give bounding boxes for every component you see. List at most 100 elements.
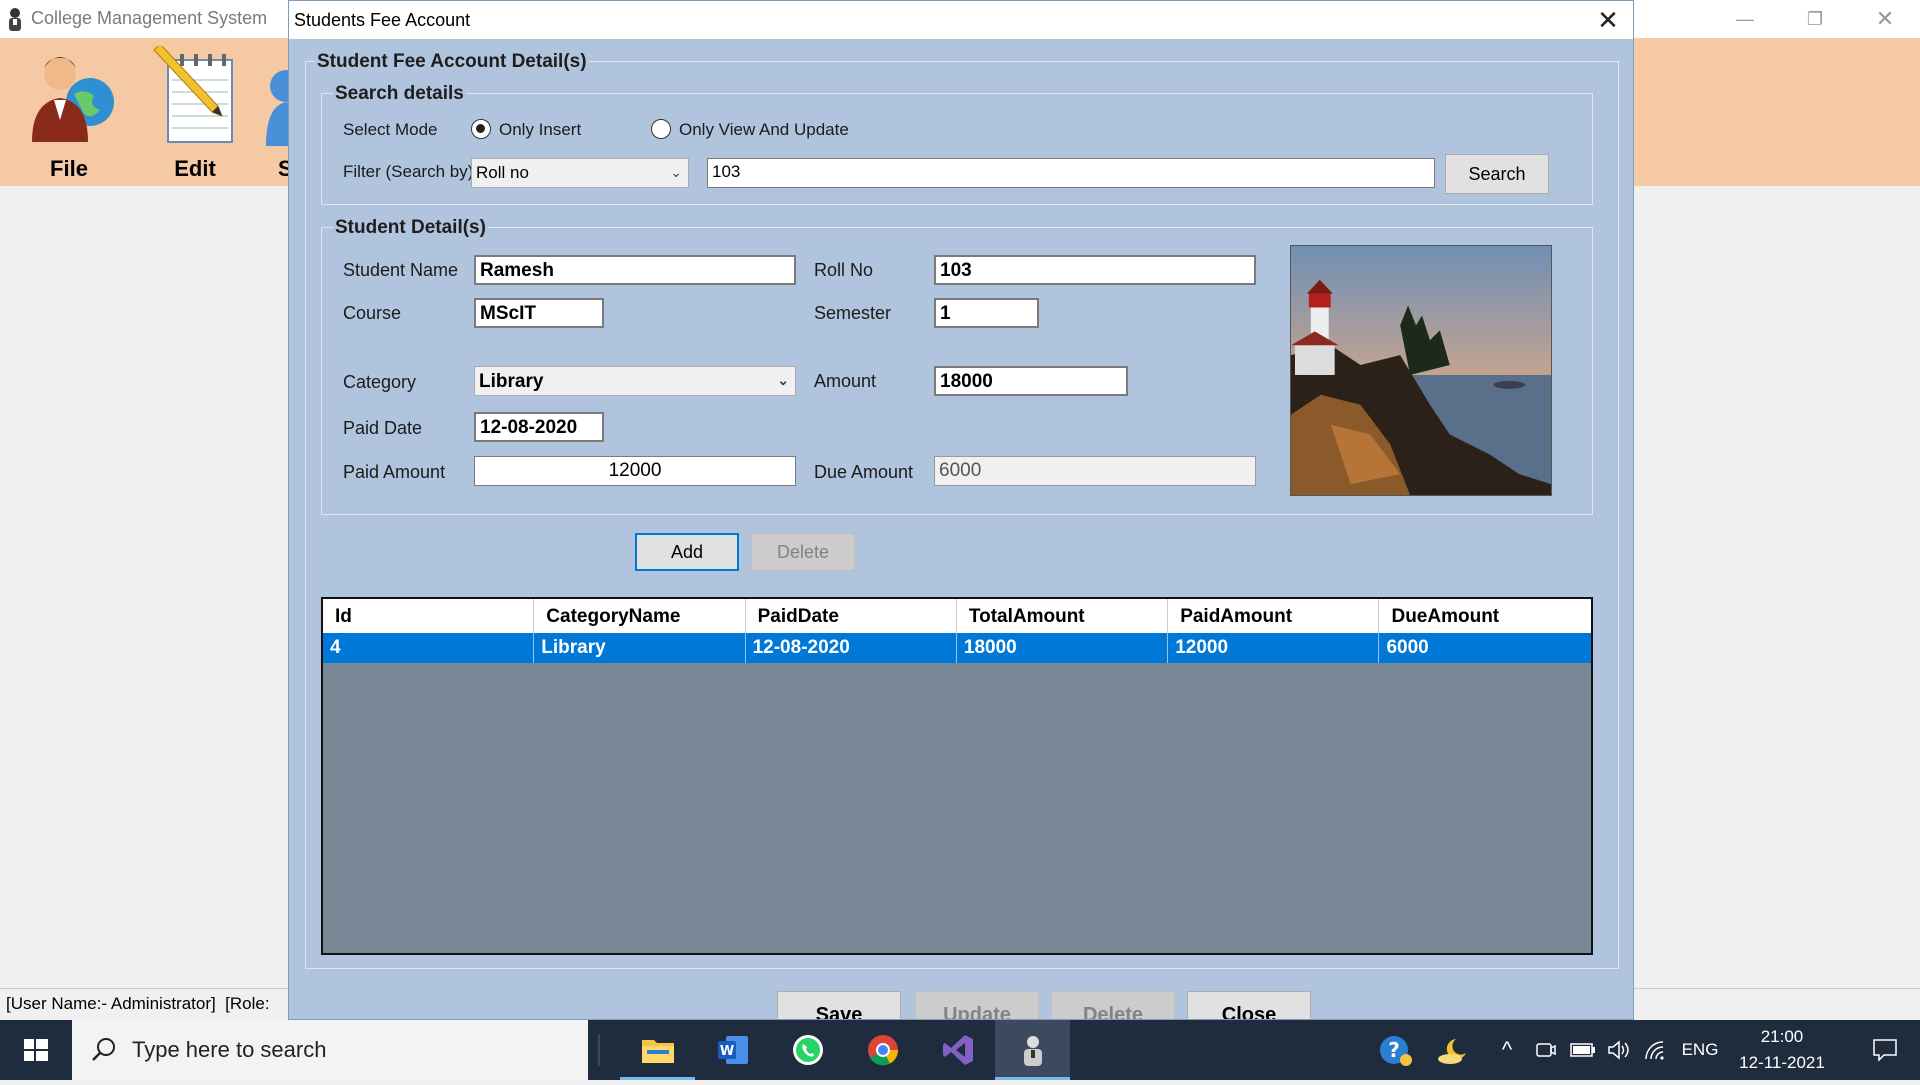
taskbar: Type here to search W ? ^ ENG 21:00 12-1… [0, 1020, 1920, 1080]
chevron-down-icon: ⌄ [670, 164, 682, 180]
taskbar-search-box[interactable]: Type here to search [72, 1020, 588, 1080]
filter-label: Filter (Search by) [343, 162, 474, 181]
svg-text:?: ? [1388, 1038, 1400, 1062]
due-amount-label: Due Amount [814, 462, 914, 482]
whatsapp-taskbar-button[interactable] [770, 1020, 845, 1080]
column-header-paid-amount[interactable]: PaidAmount [1168, 599, 1380, 633]
file-explorer-taskbar-button[interactable] [620, 1020, 695, 1080]
battery-icon[interactable] [1566, 1020, 1600, 1080]
search-input[interactable]: 103 [707, 158, 1435, 188]
students-fee-account-dialog: Students Fee Account ✕ Student Fee Accou… [288, 0, 1634, 1020]
cell-category[interactable]: Library [534, 633, 746, 663]
notifications-icon[interactable] [1850, 1020, 1920, 1080]
edit-menu-button[interactable]: Edit [140, 44, 250, 184]
student-name-label: Student Name [343, 260, 459, 280]
fee-records-grid[interactable]: Id CategoryName PaidDate TotalAmount Pai… [321, 597, 1593, 955]
only-insert-radio[interactable] [471, 119, 491, 139]
weather-icon[interactable] [1428, 1020, 1480, 1080]
column-header-id[interactable]: Id [323, 599, 535, 633]
task-view-divider [598, 1034, 600, 1066]
cell-paid-amount[interactable]: 12000 [1168, 633, 1380, 663]
paid-date-label: Paid Date [343, 418, 423, 438]
help-icon[interactable]: ? [1372, 1020, 1420, 1080]
main-window-title: College Management System [31, 8, 268, 28]
college-app-taskbar-button[interactable] [995, 1020, 1070, 1080]
chevron-up-icon[interactable]: ^ [1492, 1020, 1522, 1080]
column-header-category[interactable]: CategoryName [534, 599, 746, 633]
student-name-field[interactable]: Ramesh [474, 255, 796, 285]
category-label: Category [343, 372, 417, 392]
only-insert-label[interactable]: Only Insert [499, 120, 581, 140]
clock-date: 12-11-2021 [1739, 1053, 1825, 1072]
wifi-icon[interactable] [1638, 1020, 1672, 1080]
course-label: Course [343, 303, 402, 323]
update-button[interactable]: Update [915, 991, 1039, 1019]
only-view-update-label[interactable]: Only View And Update [679, 120, 849, 140]
add-button[interactable]: Add [635, 533, 739, 571]
start-button[interactable] [0, 1020, 72, 1080]
whatsapp-icon [792, 1035, 823, 1065]
speaker-glyph [1608, 1040, 1629, 1060]
cell-due-amount[interactable]: 6000 [1379, 633, 1590, 663]
edit-label: Edit [174, 156, 216, 181]
app-icon [9, 8, 21, 31]
table-row[interactable]: 4 Library 12-08-2020 18000 12000 6000 [323, 633, 1591, 663]
close-button[interactable]: Close [1187, 991, 1311, 1019]
visual-studio-icon [942, 1035, 973, 1065]
chrome-icon [867, 1035, 898, 1066]
course-field[interactable]: MScIT [474, 298, 604, 328]
category-dropdown[interactable]: Library ⌄ [474, 366, 796, 396]
paid-date-field[interactable]: 12-08-2020 [474, 412, 604, 442]
search-button[interactable]: Search [1445, 154, 1549, 194]
amount-field[interactable]: 18000 [934, 366, 1128, 396]
paid-amount-field[interactable]: 12000 [474, 456, 796, 486]
outer-group-caption: Student Fee Account Detail(s) [315, 51, 589, 73]
due-amount-field: 6000 [934, 456, 1256, 486]
dialog-title: Students Fee Account [294, 10, 471, 30]
student-photo [1290, 245, 1552, 496]
grid-header: Id CategoryName PaidDate TotalAmount Pai… [323, 599, 1591, 633]
meet-now-icon[interactable] [1530, 1020, 1562, 1080]
roll-no-field[interactable]: 103 [934, 255, 1256, 285]
dialog-titlebar: Students Fee Account ✕ [289, 1, 1633, 39]
user-globe-icon [32, 57, 114, 142]
volume-icon[interactable] [1602, 1020, 1636, 1080]
search-details-group [321, 93, 1593, 205]
restore-icon[interactable]: ❐ [1780, 0, 1850, 38]
select-mode-label: Select Mode [343, 120, 438, 139]
close-icon[interactable]: ✕ [1850, 0, 1920, 38]
folder-icon [641, 1040, 674, 1063]
chrome-taskbar-button[interactable] [845, 1020, 920, 1080]
paid-amount-label: Paid Amount [343, 462, 446, 482]
cell-total-amount[interactable]: 18000 [957, 633, 1169, 663]
clock-time: 21:00 [1760, 1027, 1804, 1046]
dialog-close-icon[interactable]: ✕ [1583, 1, 1633, 39]
minimize-icon[interactable]: — [1710, 0, 1780, 38]
delete-button[interactable]: Delete [1051, 991, 1175, 1019]
notepad-pencil-icon [153, 46, 233, 143]
semester-field[interactable]: 1 [934, 298, 1039, 328]
chat-bubble-glyph [1873, 1039, 1897, 1062]
save-button[interactable]: Save [777, 991, 901, 1019]
status-text: [User Name:- Administrator] [Role: [6, 994, 270, 1013]
search-icon [92, 1038, 115, 1061]
file-menu-button[interactable]: File [14, 44, 124, 184]
cell-paid-date[interactable]: 12-08-2020 [746, 633, 957, 663]
cell-id[interactable]: 4 [323, 633, 535, 663]
category-value: Library [479, 371, 544, 392]
moon-cloud-glyph [1438, 1039, 1466, 1064]
word-taskbar-button[interactable]: W [695, 1020, 770, 1080]
filter-value: Roll no [476, 163, 529, 182]
column-header-due-amount[interactable]: DueAmount [1379, 599, 1590, 633]
clock[interactable]: 21:00 12-11-2021 [1736, 1024, 1828, 1076]
column-header-total-amount[interactable]: TotalAmount [957, 599, 1169, 633]
delete-row-button[interactable]: Delete [751, 533, 855, 571]
only-view-update-radio[interactable] [651, 119, 671, 139]
help-glyph: ? [1380, 1036, 1412, 1066]
filter-dropdown[interactable]: Roll no ⌄ [471, 158, 689, 188]
visual-studio-taskbar-button[interactable] [920, 1020, 995, 1080]
windows-logo-icon [24, 1039, 48, 1061]
amount-label: Amount [814, 371, 877, 391]
language-indicator[interactable]: ENG [1676, 1020, 1724, 1080]
column-header-paid-date[interactable]: PaidDate [746, 599, 957, 633]
